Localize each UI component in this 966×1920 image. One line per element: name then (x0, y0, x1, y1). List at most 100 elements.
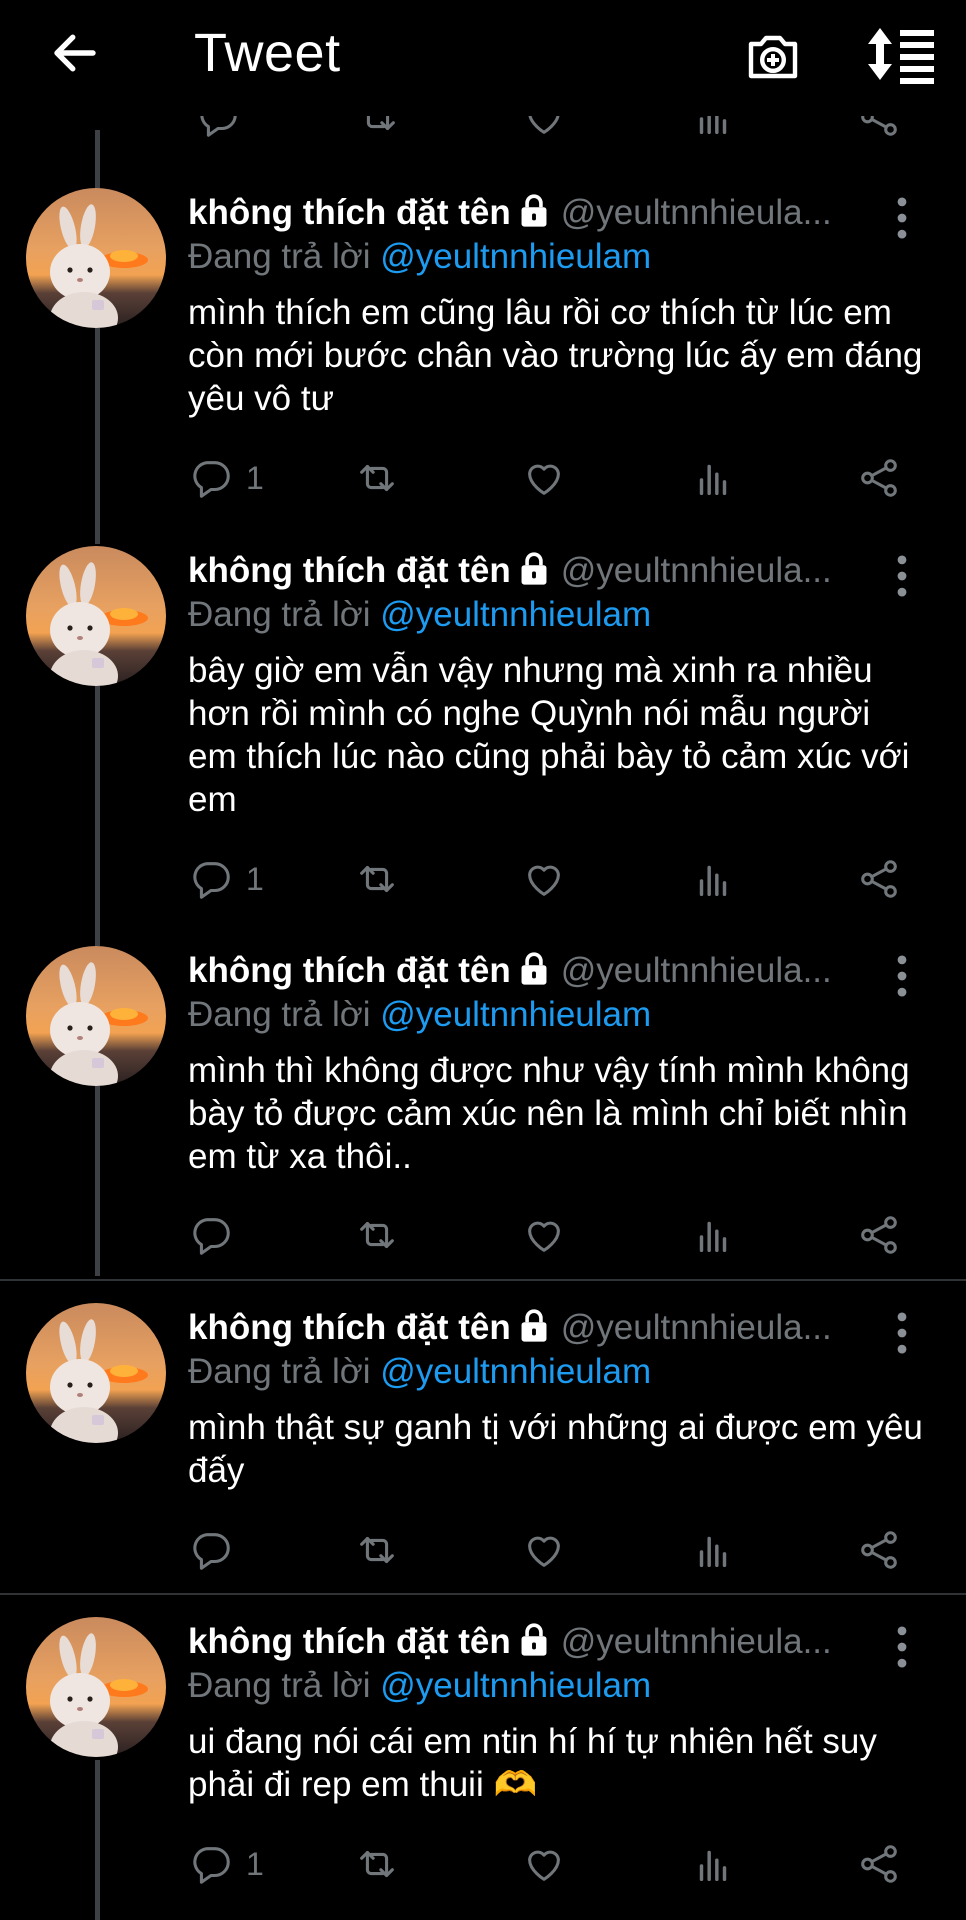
share-icon (856, 1841, 902, 1887)
reply-button[interactable] (188, 1525, 246, 1575)
share-button[interactable] (856, 1839, 902, 1889)
reply-context: Đang trả lời @yeultnnhieulam (188, 1664, 928, 1708)
reply-button[interactable]: 1 (188, 854, 264, 904)
like-button[interactable] (521, 1210, 567, 1260)
retweet-icon (354, 455, 400, 501)
like-button[interactable] (521, 854, 567, 904)
reply-icon (188, 1841, 234, 1887)
stats-button[interactable] (690, 854, 736, 904)
like-icon (521, 1527, 567, 1573)
stats-button[interactable] (690, 1839, 736, 1889)
reply-icon[interactable] (195, 116, 241, 140)
share-button[interactable] (856, 1210, 902, 1260)
reply-icon (188, 1212, 234, 1258)
retweet-button[interactable] (354, 1525, 400, 1575)
like-icon[interactable] (521, 116, 567, 140)
reply-button[interactable]: 1 (188, 453, 264, 503)
tweet-content: không thích đặt tên @yeultnnhieula... Đan… (188, 1620, 928, 1806)
like-icon (521, 1212, 567, 1258)
reply-mention-link[interactable]: @yeultnnhieulam (380, 995, 651, 1034)
page-title: Tweet (194, 23, 341, 83)
tweet-content: không thích đặt tên @yeultnnhieula... Đan… (188, 949, 928, 1178)
avatar[interactable] (26, 1303, 166, 1443)
like-button[interactable] (521, 453, 567, 503)
reply-mention-link[interactable]: @yeultnnhieulam (380, 237, 651, 276)
share-button[interactable] (856, 1525, 902, 1575)
tweet-header: không thích đặt tên @yeultnnhieula... (188, 1306, 928, 1350)
like-button[interactable] (521, 1525, 567, 1575)
thread-line (95, 1086, 100, 1276)
retweet-icon (354, 1212, 400, 1258)
retweet-button[interactable] (354, 453, 400, 503)
reply-count: 1 (246, 1845, 264, 1882)
reply-prefix: Đang trả lời (188, 995, 371, 1034)
sort-order-icon[interactable] (866, 24, 938, 84)
avatar[interactable] (26, 1617, 166, 1757)
divider (0, 1279, 966, 1281)
share-button[interactable] (856, 453, 902, 503)
tweet-content: không thích đặt tên @yeultnnhieula... Đan… (188, 1306, 928, 1492)
reply-icon (188, 856, 234, 902)
like-button[interactable] (521, 1839, 567, 1889)
tweet-text: mình thì không được như vậy tính mình kh… (188, 1051, 910, 1176)
user-handle: @yeultnnhieula... (560, 951, 832, 990)
more-options-icon[interactable] (890, 1311, 914, 1355)
stats-button[interactable] (690, 453, 736, 503)
share-icon[interactable] (856, 116, 902, 140)
more-options-icon[interactable] (890, 196, 914, 240)
reply-context: Đang trả lời @yeultnnhieulam (188, 235, 928, 279)
stats-button[interactable] (690, 1525, 736, 1575)
reply-count: 1 (246, 459, 264, 496)
retweet-icon (354, 856, 400, 902)
reply-context: Đang trả lời @yeultnnhieulam (188, 593, 928, 637)
display-name[interactable]: không thích đặt tên (188, 193, 511, 232)
tweet-content: không thích đặt tên @yeultnnhieula... Đan… (188, 549, 928, 821)
stats-icon[interactable] (690, 116, 736, 140)
display-name[interactable]: không thích đặt tên (188, 551, 511, 590)
stats-button[interactable] (690, 1210, 736, 1260)
user-handle: @yeultnnhieula... (560, 1308, 832, 1347)
tweet-content: không thích đặt tên @yeultnnhieula... Đan… (188, 191, 928, 420)
retweet-button[interactable] (354, 854, 400, 904)
user-handle: @yeultnnhieula... (560, 1622, 832, 1661)
reply-context: Đang trả lời @yeultnnhieulam (188, 1350, 928, 1394)
reply-mention-link[interactable]: @yeultnnhieulam (380, 1666, 651, 1705)
tweet-header: không thích đặt tên @yeultnnhieula... (188, 549, 928, 593)
lock-icon (517, 550, 551, 586)
reply-prefix: Đang trả lời (188, 237, 371, 276)
display-name[interactable]: không thích đặt tên (188, 951, 511, 990)
more-options-icon[interactable] (890, 554, 914, 598)
retweet-icon[interactable] (355, 116, 401, 140)
retweet-button[interactable] (354, 1839, 400, 1889)
share-icon (856, 1212, 902, 1258)
reply-count: 1 (246, 860, 264, 897)
arrow-left-icon[interactable] (48, 26, 102, 80)
more-options-icon[interactable] (890, 1625, 914, 1669)
stats-icon (690, 856, 736, 902)
divider (0, 1593, 966, 1595)
tweet-actions: 1 (188, 1839, 928, 1889)
retweet-icon (354, 1841, 400, 1887)
avatar[interactable] (26, 546, 166, 686)
display-name[interactable]: không thích đặt tên (188, 1622, 511, 1661)
tweet-text: bây giờ em vẫn vậy nhưng mà xinh ra nhiề… (188, 651, 910, 819)
avatar[interactable] (26, 946, 166, 1086)
reply-mention-link[interactable]: @yeultnnhieulam (380, 1352, 651, 1391)
tweet-text: ui đang nói cái em ntin hí hí tự nhiên h… (188, 1722, 877, 1804)
avatar[interactable] (26, 188, 166, 328)
thread-line (95, 686, 100, 946)
partial-action-row (0, 116, 966, 146)
display-name[interactable]: không thích đặt tên (188, 1308, 511, 1347)
user-handle: @yeultnnhieula... (560, 551, 832, 590)
reply-button[interactable]: 1 (188, 1839, 264, 1889)
share-button[interactable] (856, 854, 902, 904)
lock-icon (517, 192, 551, 228)
tweet-header: không thích đặt tên @yeultnnhieula... (188, 191, 928, 235)
camera-plus-icon[interactable] (743, 26, 803, 86)
reply-button[interactable] (188, 1210, 246, 1260)
thread-line (95, 130, 100, 190)
like-icon (521, 455, 567, 501)
reply-mention-link[interactable]: @yeultnnhieulam (380, 595, 651, 634)
more-options-icon[interactable] (890, 954, 914, 998)
retweet-button[interactable] (354, 1210, 400, 1260)
